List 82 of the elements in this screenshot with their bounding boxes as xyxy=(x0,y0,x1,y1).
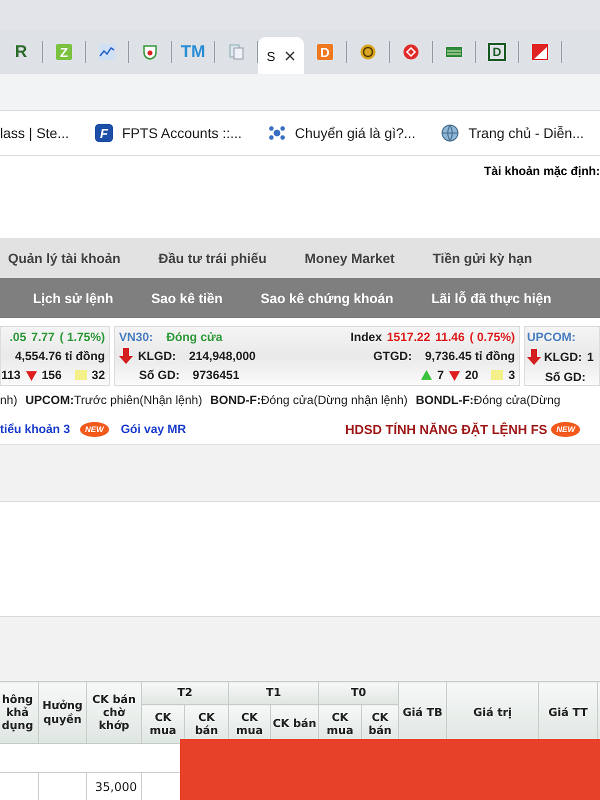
trade-value-label: GTGD: xyxy=(373,348,412,363)
menu-item[interactable]: Tiền gửi kỳ hạn xyxy=(432,250,532,266)
column-header: T2 xyxy=(142,682,229,704)
menu-item[interactable]: Sao kê tiền xyxy=(151,290,223,306)
menu-item[interactable]: Sao kê chứng khoán xyxy=(260,290,394,306)
ring-icon xyxy=(403,44,419,60)
slash-icon xyxy=(532,44,548,60)
new-badge: NEW xyxy=(551,422,580,436)
volume-label: KLGD: xyxy=(138,348,176,363)
chart-icon xyxy=(99,44,115,60)
column-header: CK mua xyxy=(142,704,184,744)
menu-item[interactable]: Lịch sử lệnh xyxy=(33,290,114,306)
trade-value: 9,736.45 tỉ đồng xyxy=(424,348,515,363)
index-percent: ( 0.75%) xyxy=(470,330,515,344)
shield-icon xyxy=(142,44,158,60)
close-icon[interactable] xyxy=(285,51,296,61)
index-value: .05 xyxy=(10,330,26,344)
bookmark-link[interactable]: lass | Ste... xyxy=(0,125,69,141)
session-status: nh) xyxy=(0,393,18,407)
menu-item[interactable]: Money Market xyxy=(304,250,395,266)
unchanged-square-icon xyxy=(74,370,87,380)
down-arrow-icon xyxy=(119,348,133,364)
menu-item[interactable]: Lãi lỗ đã thực hiện xyxy=(431,290,552,306)
index-label: Index xyxy=(350,330,382,344)
logo-icon: D xyxy=(317,44,333,60)
bookmark-link[interactable]: Chuyển giá là gì?... xyxy=(294,125,416,141)
globe-icon xyxy=(441,124,460,142)
index-value: 1517.22 xyxy=(386,330,430,344)
session-status: UPCOM:Trước phiên(Nhận lệnh) xyxy=(25,393,202,407)
browser-tab[interactable]: S xyxy=(258,37,304,74)
menu-item[interactable]: Đầu tư trái phiếu xyxy=(158,250,267,266)
logo-icon: TM xyxy=(180,44,206,60)
advancers-count: 113 xyxy=(1,368,21,382)
account-label: Tài khoản mặc định: xyxy=(484,164,600,180)
column-header: T0 xyxy=(318,682,399,704)
document-icon xyxy=(228,44,244,60)
up-triangle-icon xyxy=(421,370,432,381)
bookmark-link[interactable]: Trang chủ - Diễn... xyxy=(468,125,584,141)
logo-icon: F xyxy=(95,124,113,142)
column-header: CK bán chờ khớp xyxy=(86,682,142,744)
bookmark-link[interactable]: FPTS Accounts ::... xyxy=(122,125,242,141)
volume-value: 1 xyxy=(587,350,594,364)
advancers-count: 7 xyxy=(437,368,444,382)
tab-title: S xyxy=(266,48,276,64)
guide-link[interactable]: HDSD TÍNH NĂNG ĐẶT LỆNH FS xyxy=(345,422,548,436)
network-icon xyxy=(268,124,286,142)
column-header: T1 xyxy=(228,682,319,704)
text-link[interactable]: tiểu khoản 3 xyxy=(0,422,70,436)
coin-icon xyxy=(360,44,376,60)
text-link[interactable]: Gói vay MR xyxy=(120,422,186,436)
down-triangle-icon xyxy=(26,370,37,381)
banner-icon xyxy=(446,44,462,60)
volume-label: KLGD: xyxy=(544,350,582,364)
browser-tab[interactable]: R xyxy=(0,41,43,63)
session-status: BONDL-F:Đóng cửa(Dừng xyxy=(416,393,560,407)
logo-icon: R xyxy=(14,44,28,60)
menu-item[interactable]: Quản lý tài khoản xyxy=(8,250,121,266)
unchanged-count: 3 xyxy=(508,368,515,382)
market-status: Đóng cửa xyxy=(166,330,222,344)
decliners-count: 156 xyxy=(42,368,62,382)
trades-value: 9736451 xyxy=(192,368,240,382)
trade-value: 4,554.76 tỉ đồng xyxy=(14,348,105,363)
session-status: BOND-F:Đóng cửa(Dừng nhận lệnh) xyxy=(210,393,408,407)
logo-icon: D xyxy=(488,43,506,61)
trades-label: Số GD: xyxy=(139,368,180,382)
down-triangle-icon xyxy=(448,370,460,381)
column-header: hông khả dụng xyxy=(0,682,38,744)
trades-label: Số GD: xyxy=(545,370,586,384)
unchanged-count: 32 xyxy=(92,368,105,382)
decliners-count: 20 xyxy=(464,368,478,382)
logo-icon: Z xyxy=(56,44,72,60)
unchanged-square-icon xyxy=(491,370,504,380)
down-arrow-icon xyxy=(527,349,541,365)
index-name: VN30: xyxy=(119,330,154,344)
new-badge: NEW xyxy=(80,422,109,436)
browser-tab[interactable]: D xyxy=(476,41,519,63)
index-change: 11.46 xyxy=(435,330,465,344)
index-name: UPCOM: xyxy=(527,330,576,344)
index-change: 7.77 xyxy=(31,330,55,344)
index-percent: ( 1.75%) xyxy=(60,330,105,344)
column-header: Hưởng quyền xyxy=(38,682,86,744)
volume-value: 214,948,000 xyxy=(189,348,256,363)
